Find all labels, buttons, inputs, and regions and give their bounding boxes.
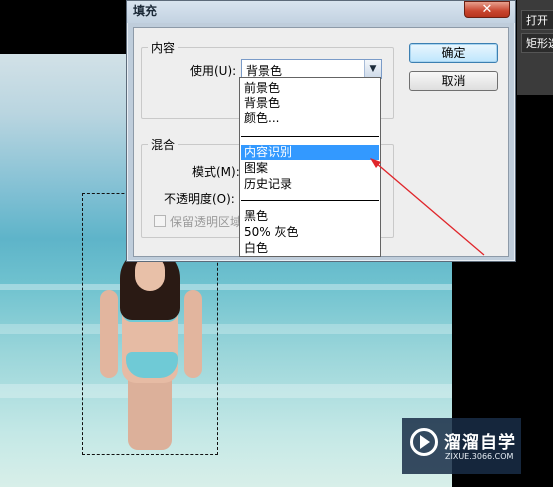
content-group-legend: 内容: [148, 39, 179, 56]
opacity-label: 不透明度(O):: [164, 192, 235, 206]
play-icon: [420, 435, 430, 449]
option-foreground-color[interactable]: 前景色: [241, 81, 379, 96]
dialog-titlebar[interactable]: 填充 ✕: [127, 1, 515, 23]
preserve-transparency-label: 保留透明区域: [170, 215, 243, 229]
preserve-transparency-checkbox[interactable]: [154, 215, 166, 227]
use-dropdown-list[interactable]: 前景色 背景色 颜色... 内容识别 图案 历史记录 黑色 50% 灰色 白色: [239, 77, 381, 257]
wave: [0, 384, 452, 398]
chevron-down-icon[interactable]: ▼: [364, 60, 381, 78]
open-button[interactable]: 打开: [521, 10, 553, 30]
wave: [0, 284, 452, 290]
separator: [241, 136, 379, 137]
wave: [0, 324, 452, 334]
option-background-color[interactable]: 背景色: [241, 96, 379, 111]
option-pattern[interactable]: 图案: [241, 161, 379, 176]
cancel-button[interactable]: 取消: [409, 71, 498, 91]
option-history[interactable]: 历史记录: [241, 177, 379, 192]
use-select[interactable]: 背景色 ▼: [241, 59, 382, 79]
mode-label: 模式(M):: [192, 165, 240, 179]
close-icon: ✕: [481, 2, 493, 17]
option-color[interactable]: 颜色...: [241, 111, 379, 126]
rect-select-button[interactable]: 矩形选: [521, 33, 553, 53]
option-white[interactable]: 白色: [241, 241, 379, 256]
ok-button[interactable]: 确定: [409, 43, 498, 63]
option-black[interactable]: 黑色: [241, 209, 379, 224]
watermark: 溜溜自学 ZIXUE.3066.COM: [402, 418, 521, 474]
separator: [241, 200, 379, 201]
use-label: 使用(U):: [190, 64, 237, 78]
dialog-title: 填充: [133, 4, 158, 18]
close-button[interactable]: ✕: [464, 1, 510, 18]
watermark-url: ZIXUE.3066.COM: [445, 452, 514, 461]
option-50-gray[interactable]: 50% 灰色: [241, 225, 379, 240]
option-content-aware[interactable]: 内容识别: [241, 145, 379, 160]
blend-group-legend: 混合: [148, 136, 179, 153]
watermark-name: 溜溜自学: [444, 433, 516, 453]
